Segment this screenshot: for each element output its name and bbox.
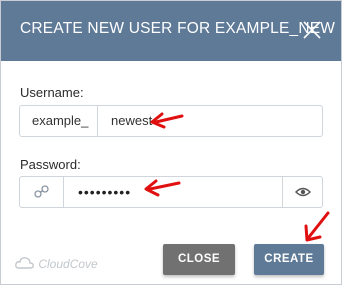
annotation-arrow-username	[150, 112, 184, 129]
username-label: Username:	[20, 85, 84, 100]
cloud-logo-icon	[15, 257, 34, 269]
annotation-arrow-password	[144, 179, 181, 197]
cloudcove-logo: CloudCove	[15, 256, 98, 271]
logo-text: CloudCove	[38, 257, 98, 271]
show-password-toggle[interactable]	[282, 177, 322, 207]
dialog-title: CREATE NEW USER FOR EXAMPLE_NEW	[20, 20, 336, 37]
key-icon	[34, 185, 49, 198]
create-button[interactable]: CREATE	[254, 244, 324, 275]
password-label: Password:	[20, 157, 81, 172]
eye-icon[interactable]	[283, 177, 323, 207]
annotation-arrow-create	[304, 211, 330, 242]
close-x-icon[interactable]	[303, 21, 321, 39]
key-icon-cell	[20, 177, 64, 207]
dialog-header: CREATE NEW USER FOR EXAMPLE_NEW	[1, 1, 341, 61]
username-prefix: example_	[20, 106, 98, 136]
password-input[interactable]: •••••••••	[78, 177, 131, 207]
close-button[interactable]: CLOSE	[163, 244, 235, 275]
username-input[interactable]: newest	[111, 106, 152, 136]
create-user-dialog: CREATE NEW USER FOR EXAMPLE_NEW Username…	[0, 0, 342, 285]
